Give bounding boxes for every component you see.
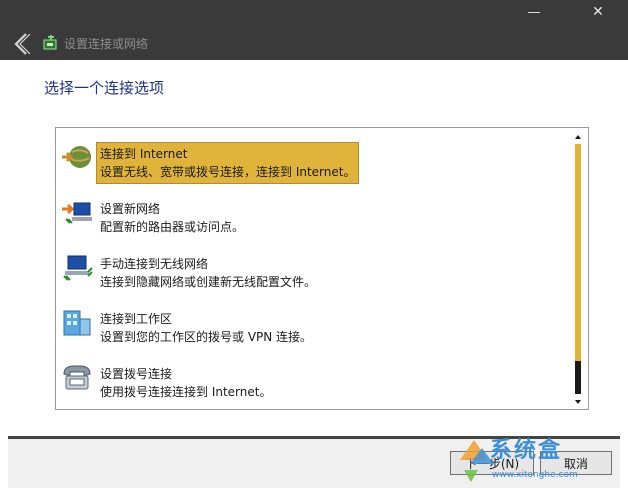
minimize-button[interactable]: —: [520, 2, 548, 22]
scroll-track[interactable]: [575, 361, 581, 394]
option-title: 连接到 Internet: [100, 147, 188, 161]
option-new-network[interactable]: 设置新网络 配置新的路由器或访问点。: [58, 187, 572, 235]
watermark-text: 系统盒: [490, 438, 563, 463]
window-title: 设置连接或网络: [64, 37, 149, 51]
option-description: 设置无线、宽带或拨号连接，连接到 Internet。: [100, 165, 356, 179]
option-title: 手动连接到无线网络: [100, 257, 209, 271]
watermark-url: www.xitonghe.com: [492, 470, 578, 480]
workplace-icon: [60, 307, 94, 337]
globe-icon: [60, 142, 94, 172]
option-text: 连接到工作区 设置到您的工作区的拨号或 VPN 连接。: [96, 307, 316, 349]
close-button[interactable]: ✕: [584, 2, 612, 22]
scroll-thumb[interactable]: [575, 144, 581, 361]
option-workplace[interactable]: 连接到工作区 设置到您的工作区的拨号或 VPN 连接。: [58, 297, 572, 345]
scroll-down-arrow-icon[interactable]: [573, 397, 583, 407]
connection-options-list: 连接到 Internet 设置无线、宽带或拨号连接，连接到 Internet。 …: [55, 127, 589, 410]
option-title: 设置新网络: [100, 202, 161, 216]
option-manual-wireless[interactable]: 手动连接到无线网络 连接到隐藏网络或创建新无线配置文件。: [58, 242, 572, 290]
option-text: 连接到 Internet 设置无线、宽带或拨号连接，连接到 Internet。: [96, 142, 360, 184]
back-arrow-icon: [14, 33, 31, 55]
network-setup-icon: [60, 197, 94, 227]
option-description: 使用拨号连接连接到 Internet。: [100, 385, 272, 399]
option-title: 连接到工作区: [100, 312, 173, 326]
back-button[interactable]: [10, 30, 34, 58]
scroll-up-arrow-icon[interactable]: [573, 132, 583, 142]
option-text: 设置拨号连接 使用拨号连接连接到 Internet。: [96, 362, 275, 404]
option-dialup[interactable]: 设置拨号连接 使用拨号连接连接到 Internet。: [58, 352, 572, 400]
option-title: 设置拨号连接: [100, 367, 173, 381]
list-scrollbar[interactable]: [569, 128, 588, 409]
option-description: 设置到您的工作区的拨号或 VPN 连接。: [100, 330, 313, 344]
option-description: 配置新的路由器或访问点。: [100, 220, 245, 234]
title-bar: — ✕ 设置连接或网络: [0, 0, 628, 60]
option-description: 连接到隐藏网络或创建新无线配置文件。: [100, 275, 317, 289]
page-heading: 选择一个连接选项: [44, 79, 165, 97]
network-wizard-icon: [42, 34, 60, 52]
option-text: 设置新网络 配置新的路由器或访问点。: [96, 197, 248, 239]
dialup-phone-icon: [60, 362, 94, 392]
option-connect-internet[interactable]: 连接到 Internet 设置无线、宽带或拨号连接，连接到 Internet。: [58, 132, 572, 184]
wireless-computer-icon: [60, 252, 94, 282]
option-text: 手动连接到无线网络 连接到隐藏网络或创建新无线配置文件。: [96, 252, 320, 294]
